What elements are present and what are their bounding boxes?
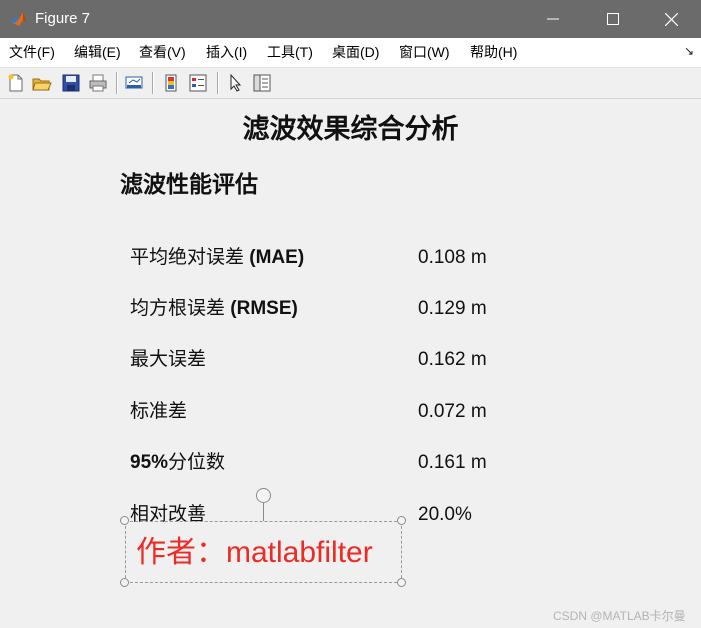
resize-handle-bottom-right[interactable] bbox=[397, 578, 406, 587]
metric-label-p95: 95%分位数 bbox=[130, 451, 225, 475]
menu-window[interactable]: 窗口(W) bbox=[399, 44, 450, 61]
figure-window: Figure 7 文件(F) 编辑(E) 查看(V) 插入(I) 工具(T) 桌… bbox=[0, 0, 701, 628]
open-file-icon[interactable] bbox=[32, 73, 52, 93]
menu-view[interactable]: 查看(V) bbox=[139, 44, 186, 61]
toolbar-separator bbox=[116, 72, 118, 94]
save-icon[interactable] bbox=[61, 73, 81, 93]
metric-label-abbr: (MAE) bbox=[249, 247, 305, 268]
metric-value-std: 0.072 m bbox=[418, 401, 487, 422]
metric-label-abbr: 95% bbox=[130, 452, 169, 473]
metric-value-mae: 0.108 m bbox=[418, 247, 487, 268]
title-bar[interactable]: Figure 7 bbox=[0, 0, 701, 38]
metric-value-p95: 0.161 m bbox=[418, 452, 487, 473]
new-figure-icon[interactable] bbox=[6, 73, 26, 93]
figure-subtitle: 滤波性能评估 bbox=[120, 171, 258, 198]
colorbar-icon[interactable] bbox=[161, 73, 181, 93]
close-button[interactable] bbox=[642, 0, 700, 38]
metric-label-text: 标准差 bbox=[130, 401, 188, 422]
menu-edit[interactable]: 编辑(E) bbox=[74, 44, 121, 61]
maximize-button[interactable] bbox=[584, 0, 642, 38]
print-icon[interactable] bbox=[88, 73, 108, 93]
close-icon bbox=[664, 12, 678, 26]
menu-insert[interactable]: 插入(I) bbox=[206, 44, 247, 61]
metric-label-max-error: 最大误差 bbox=[130, 348, 206, 372]
pointer-icon[interactable] bbox=[226, 73, 246, 93]
metric-value-max-error: 0.162 m bbox=[418, 349, 487, 370]
minimize-icon bbox=[547, 18, 559, 20]
metric-label-mae: 平均绝对误差 (MAE) bbox=[130, 246, 304, 270]
menu-help[interactable]: 帮助(H) bbox=[470, 44, 517, 61]
rotate-handle[interactable] bbox=[256, 488, 271, 503]
matlab-icon bbox=[11, 12, 27, 26]
menu-desktop[interactable]: 桌面(D) bbox=[332, 44, 379, 61]
maximize-icon bbox=[607, 13, 619, 25]
menu-file[interactable]: 文件(F) bbox=[9, 44, 55, 61]
toolbar-separator bbox=[152, 72, 154, 94]
menu-tools[interactable]: 工具(T) bbox=[267, 44, 313, 61]
window-title: Figure 7 bbox=[35, 10, 91, 27]
legend-icon[interactable] bbox=[188, 73, 208, 93]
metric-label-text: 均方根误差 bbox=[130, 298, 231, 319]
resize-handle-top-left[interactable] bbox=[120, 516, 129, 525]
annotation-text[interactable]: 作者：matlabfilter bbox=[136, 534, 373, 572]
property-inspector-icon[interactable] bbox=[252, 73, 272, 93]
metric-label-abbr: (RMSE) bbox=[230, 298, 298, 319]
metric-label-text: 分位数 bbox=[168, 452, 226, 473]
metric-label-text: 平均绝对误差 bbox=[130, 247, 250, 268]
metric-label-text: 最大误差 bbox=[130, 349, 207, 370]
link-plot-icon[interactable] bbox=[124, 73, 144, 93]
rotate-handle-stem bbox=[263, 503, 264, 521]
metric-value-relative-improvement: 20.0% bbox=[418, 504, 472, 525]
metric-label-rmse: 均方根误差 (RMSE) bbox=[130, 297, 298, 321]
metric-value-rmse: 0.129 m bbox=[418, 298, 487, 319]
dock-arrow-icon[interactable]: ↘ bbox=[684, 44, 694, 58]
resize-handle-bottom-left[interactable] bbox=[120, 578, 129, 587]
toolbar bbox=[0, 68, 701, 99]
figure-title: 滤波效果综合分析 bbox=[242, 114, 459, 145]
menu-bar: 文件(F) 编辑(E) 查看(V) 插入(I) 工具(T) 桌面(D) 窗口(W… bbox=[0, 38, 701, 68]
minimize-button[interactable] bbox=[524, 0, 582, 38]
watermark: CSDN @MATLAB卡尔曼 bbox=[553, 609, 686, 623]
toolbar-separator bbox=[217, 72, 219, 94]
resize-handle-top-right[interactable] bbox=[397, 516, 406, 525]
metric-label-std: 标准差 bbox=[130, 400, 187, 424]
